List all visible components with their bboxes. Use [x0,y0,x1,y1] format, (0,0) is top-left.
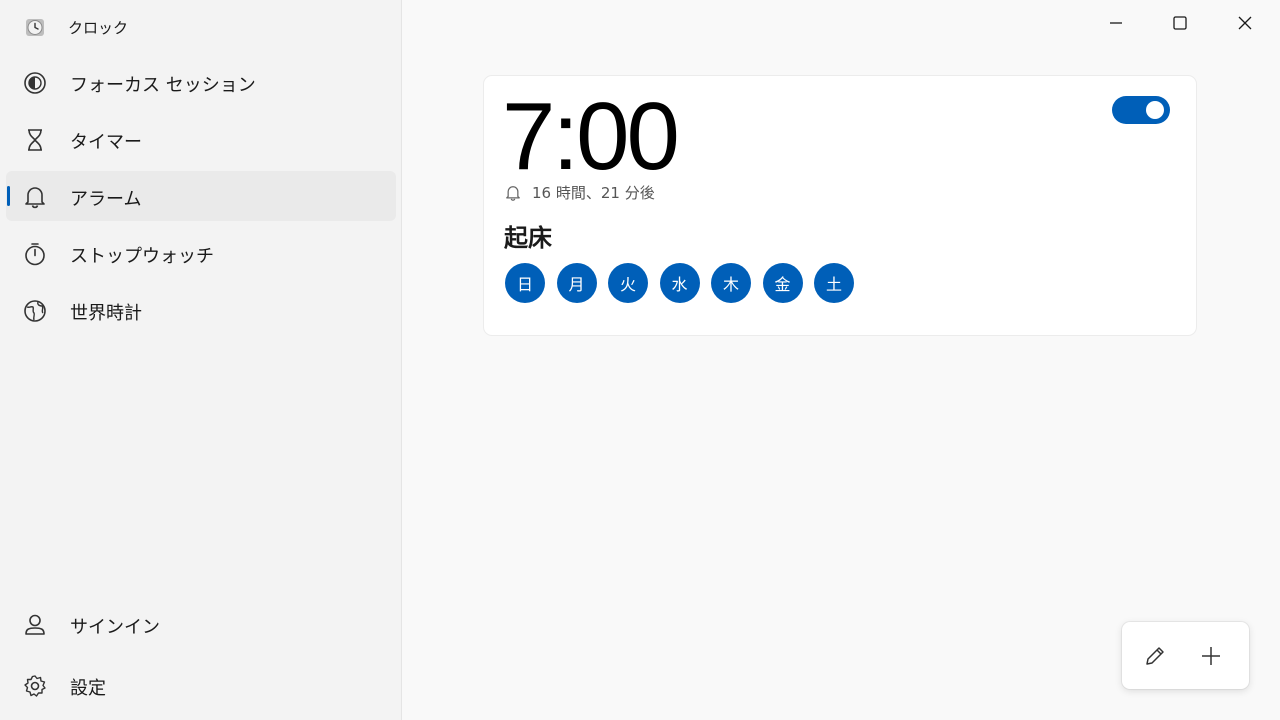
alarm-action-bar [1122,622,1249,689]
gear-icon [24,675,46,697]
stopwatch-icon [25,243,45,266]
sidebar-item-timer[interactable]: タイマー [6,114,396,164]
day-friday[interactable]: 金 [762,263,803,303]
day-thursday[interactable]: 木 [711,263,751,303]
edit-alarms-button[interactable] [1139,640,1171,672]
bell-icon [25,187,45,209]
toggle-knob [1146,101,1164,119]
day-wednesday[interactable]: 水 [659,263,700,303]
time-remaining-text: 16 時間、21 分後 [532,184,655,202]
bell-icon [506,185,520,201]
sidebar-item-world-clock[interactable]: 世界時計 [6,285,396,335]
app-title: クロック [68,19,129,37]
alarm-days: 日 月 火 水 木 金 土 [505,263,866,303]
sidebar-item-focus-session[interactable]: フォーカス セッション [6,57,396,107]
sidebar-item-label: ストップウォッチ [70,246,214,267]
sidebar-item-label: 設定 [70,678,106,699]
main-content: 7:00 16 時間、21 分後 起床 日 月 火 水 木 金 土 [402,0,1280,720]
sidebar-item-label: 世界時計 [70,303,142,324]
close-button[interactable] [1222,8,1268,38]
close-icon [1238,16,1252,30]
focus-icon [24,72,46,94]
time-remaining: 16 時間、21 分後 [504,182,655,203]
sidebar: クロック フォーカス セッション タイマー アラーム ストップウォッチ 世界時計… [0,0,402,720]
sidebar-item-sign-in[interactable]: サインイン [6,599,396,649]
alarm-name: 起床 [504,224,552,252]
alarm-card[interactable]: 7:00 16 時間、21 分後 起床 日 月 火 水 木 金 土 [484,76,1196,335]
clock-app-icon [26,19,44,36]
maximize-button[interactable] [1157,8,1203,38]
day-sunday[interactable]: 日 [505,263,545,303]
minimize-button[interactable] [1093,8,1139,38]
sidebar-item-stopwatch[interactable]: ストップウォッチ [6,228,396,278]
day-monday[interactable]: 月 [556,263,597,303]
day-saturday[interactable]: 土 [814,263,854,303]
plus-icon [1202,647,1220,665]
sidebar-item-label: アラーム [70,189,142,210]
clock-window: クロック フォーカス セッション タイマー アラーム ストップウォッチ 世界時計… [0,0,1280,720]
add-alarm-button[interactable] [1195,640,1227,672]
sidebar-item-label: タイマー [70,132,142,153]
hourglass-icon [28,129,42,151]
day-tuesday[interactable]: 火 [608,263,648,303]
globe-icon [24,300,46,322]
alarm-toggle[interactable] [1112,96,1170,124]
alarm-time: 7:00 [502,83,680,190]
sidebar-item-label: フォーカス セッション [70,75,256,96]
person-icon [25,614,45,635]
sidebar-item-label: サインイン [70,617,160,638]
minimize-icon [1110,22,1122,24]
title-bar: クロック [0,0,402,54]
sidebar-item-alarm[interactable]: アラーム [6,171,396,221]
sidebar-item-settings[interactable]: 設定 [6,660,396,710]
pencil-icon [1146,647,1164,665]
maximize-icon [1173,16,1187,30]
selection-indicator [7,186,10,206]
